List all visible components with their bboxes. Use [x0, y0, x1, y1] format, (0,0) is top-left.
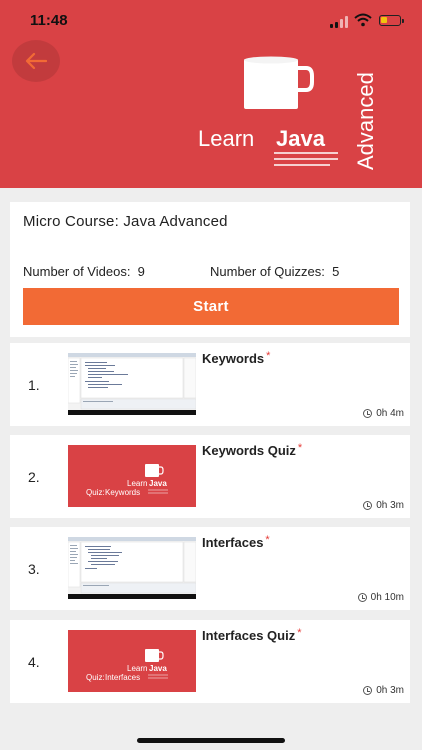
item-duration: 0h 10m — [357, 592, 404, 603]
list-item[interactable]: 2. Learn Java Quiz: Keywords Keywords Qu… — [10, 435, 410, 518]
duration-text: 0h 3m — [376, 500, 404, 511]
start-button[interactable]: Start — [23, 288, 399, 325]
status-time: 11:48 — [30, 12, 68, 29]
svg-text:Java: Java — [276, 126, 326, 151]
clock-icon — [357, 593, 367, 602]
list-item[interactable]: 3. Interfaces * 0h 10m — [10, 527, 410, 610]
videos-label: Number of Videos: — [23, 264, 131, 279]
item-title-text: Interfaces — [202, 535, 264, 550]
svg-text:Learn: Learn — [198, 126, 254, 151]
item-number: 4. — [28, 654, 40, 670]
battery-icon — [379, 15, 404, 26]
item-duration: 0h 4m — [363, 408, 404, 419]
home-indicator[interactable] — [137, 738, 285, 743]
course-header: 11:48 Learn Java Advanced — [0, 0, 422, 188]
svg-text:Keywords: Keywords — [105, 488, 140, 497]
course-info-card: Micro Course: Java Advanced Number of Vi… — [10, 202, 410, 337]
quiz-thumbnail: Learn Java Quiz: Keywords — [68, 445, 196, 507]
svg-text:Advanced: Advanced — [353, 72, 378, 170]
item-number: 2. — [28, 469, 40, 485]
svg-text:Quiz:: Quiz: — [86, 673, 105, 682]
quiz-thumbnail: Learn Java Quiz: Interfaces — [68, 630, 196, 692]
svg-text:Learn: Learn — [127, 479, 147, 488]
item-title: Keywords * — [202, 350, 271, 366]
video-thumbnail — [68, 353, 196, 415]
arrow-left-icon — [25, 52, 47, 70]
svg-text:Java: Java — [149, 664, 167, 673]
clock-icon — [363, 409, 373, 418]
clock-icon — [363, 686, 373, 695]
svg-text:Quiz:: Quiz: — [86, 488, 105, 497]
quizzes-count: 5 — [332, 264, 340, 279]
item-title-text: Keywords — [202, 351, 265, 366]
back-button[interactable] — [12, 40, 60, 82]
quizzes-stat: Number of Quizzes: 5 — [210, 264, 339, 279]
required-marker: * — [297, 627, 302, 639]
item-duration: 0h 3m — [363, 685, 404, 696]
svg-text:Java: Java — [149, 479, 167, 488]
videos-count: 9 — [137, 264, 145, 279]
duration-text: 0h 10m — [370, 592, 404, 603]
cellular-signal-icon — [330, 16, 348, 28]
item-title: Interfaces * — [202, 534, 270, 550]
course-title: Micro Course: Java Advanced — [23, 213, 228, 230]
list-item[interactable]: 4. Learn Java Quiz: Interfaces Interface… — [10, 620, 410, 703]
learn-java-advanced-logo: Learn Java Advanced — [198, 56, 378, 170]
required-marker: * — [266, 350, 271, 362]
video-thumbnail — [68, 537, 196, 599]
duration-text: 0h 3m — [376, 685, 404, 696]
item-number: 3. — [28, 561, 40, 577]
duration-text: 0h 4m — [376, 408, 404, 419]
clock-icon — [363, 501, 373, 510]
item-duration: 0h 3m — [363, 500, 404, 511]
svg-text:Learn: Learn — [127, 664, 147, 673]
status-bar: 11:48 — [0, 0, 422, 44]
required-marker: * — [265, 534, 270, 546]
quizzes-label: Number of Quizzes: — [210, 264, 325, 279]
videos-stat: Number of Videos: 9 — [23, 264, 145, 279]
list-item[interactable]: 1. Keywords * 0h 4m — [10, 343, 410, 426]
svg-text:Interfaces: Interfaces — [105, 673, 140, 682]
item-title-text: Keywords Quiz — [202, 443, 296, 458]
item-title: Interfaces Quiz * — [202, 627, 302, 643]
item-title-text: Interfaces Quiz — [202, 628, 296, 643]
item-title: Keywords Quiz * — [202, 442, 303, 458]
item-number: 1. — [28, 377, 40, 393]
wifi-icon — [354, 13, 372, 27]
required-marker: * — [297, 442, 303, 454]
